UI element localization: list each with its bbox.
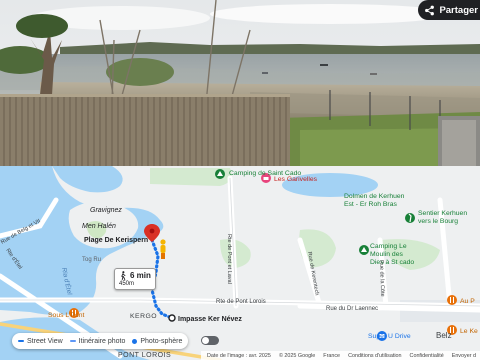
layer-itineraire[interactable]: Itinéraire photo [69, 337, 126, 345]
label-dolmen-2: Est - Er Roh Bras [344, 201, 397, 208]
label-camping-moulin-1: Camping Le [370, 243, 407, 250]
label-sentier-1: Sentier Kerhuen [418, 210, 467, 217]
label-camping-moulin-3: Dies à St cado [370, 259, 414, 266]
street-view-photo[interactable] [0, 0, 480, 166]
layers-panel: Street View Itinéraire photo Photo-sphèr… [12, 333, 189, 349]
layer-street-view-label: Street View [27, 337, 63, 345]
label-dolmen-1: Dolmen de Kerhuen [344, 193, 405, 200]
label-sous-le-pont: Sous L'Pont [48, 312, 85, 319]
share-label: Partager [439, 4, 478, 16]
label-tog-ru: Tog Ru [82, 257, 101, 263]
privacy-link[interactable]: Confidentialité [410, 353, 444, 359]
map-attribution: Date de l'image : avr. 2025 © 2025 Googl… [200, 351, 480, 360]
walking-icon [121, 271, 126, 280]
label-pont-lorois: PONT LOROIS [118, 352, 171, 359]
pegman-icon [160, 239, 166, 259]
image-date: Date de l'image : avr. 2025 [206, 352, 271, 359]
label-gravignez: Gravignez [90, 207, 122, 214]
label-kergo: KERGO [130, 313, 157, 320]
copyright: © 2025 Google [278, 352, 316, 359]
road-label-laennec: Rue du Dr Laennec [326, 306, 378, 312]
layer-itineraire-label: Itinéraire photo [78, 337, 126, 345]
label-men-halen: Men Halén [82, 223, 116, 230]
map-view[interactable]: Partager Camping de Saint Cado Les Gariv… [0, 0, 480, 360]
report-link[interactable]: Envoyer d [452, 353, 476, 359]
camping-marker-icon [359, 245, 369, 255]
label-au-p: Au P [460, 298, 475, 305]
share-button[interactable]: Partager [418, 0, 480, 20]
layer-street-view[interactable]: Street View [18, 338, 63, 345]
label-belz: Belz [436, 331, 452, 340]
layer-photo-sphere-label: Photo-sphère [140, 337, 183, 345]
camping-marker-icon [215, 169, 225, 179]
route-distance: 450m [119, 281, 135, 287]
road-label-pont-laval: Rte de Pont et Laval [226, 234, 232, 284]
road-label-pont-lorois: Rte de Pont Lorois [216, 299, 266, 305]
label-sentier-2: vers le Bourg [418, 218, 458, 225]
hiking-marker-icon [405, 213, 415, 223]
label-camping-moulin-2: Moulin des [370, 251, 403, 258]
share-icon [425, 5, 435, 15]
layer-toggle[interactable] [201, 336, 219, 345]
label-destination: Impasse Ker Névez [178, 316, 242, 323]
street-view-line-icon [18, 340, 24, 342]
label-le-ke: Le Ke [460, 328, 478, 335]
photo-sphere-dot-icon [132, 338, 138, 344]
terms-link[interactable]: Conditions d'utilisation [348, 353, 401, 359]
photo-route-line-icon [69, 340, 76, 342]
road-label-cote: Rue de la Côte [378, 260, 385, 297]
layer-photo-sphere[interactable]: Photo-sphère [132, 338, 182, 345]
restaurant-marker-icon [447, 295, 457, 305]
destination-marker [168, 314, 176, 322]
country-link[interactable]: France [323, 353, 340, 359]
label-super-u: Super U Drive [368, 333, 411, 340]
label-les-garivelles: Les Garivelles [274, 176, 318, 183]
route-map[interactable]: Camping de Saint Cado Les Garivelles Dol… [0, 166, 480, 360]
route-duration-callout[interactable]: 6 min 450m [114, 268, 156, 290]
route-duration: 6 min [130, 271, 151, 280]
label-origin: Plage De Kerispern [84, 237, 148, 244]
